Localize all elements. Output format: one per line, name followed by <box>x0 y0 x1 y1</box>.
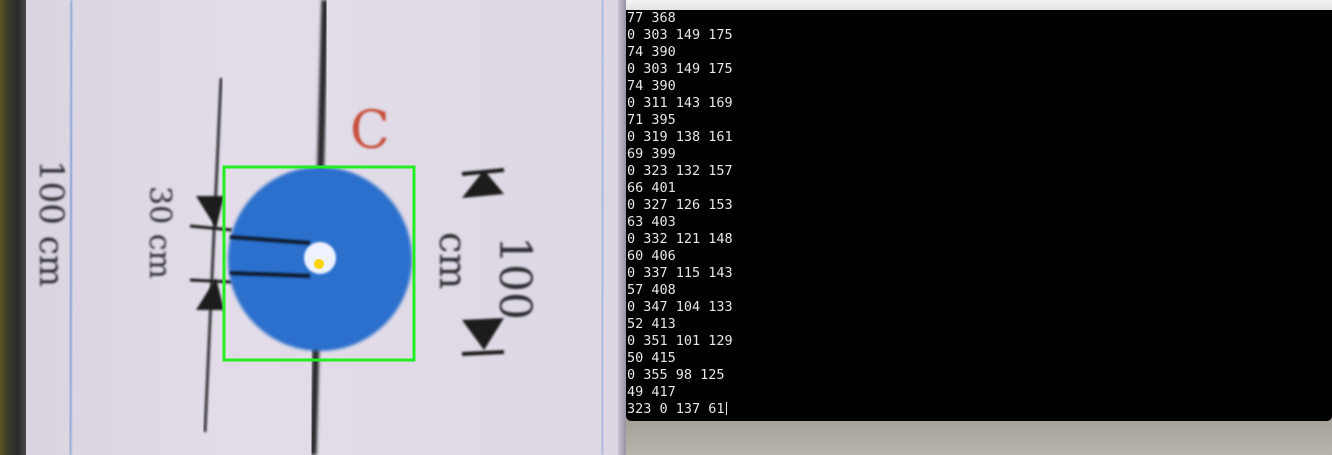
pivot-hub <box>304 242 336 274</box>
dimension-line <box>203 77 223 433</box>
terminal-line-text: 0 351 101 129 <box>627 333 733 349</box>
terminal-line: 0 332 121 148 <box>627 231 1332 248</box>
terminal-line-text: 52 413 <box>627 316 676 332</box>
terminal-titlebar[interactable] <box>626 0 1332 10</box>
diameter-arrows <box>189 196 233 310</box>
terminal-line-text: 60 406 <box>627 248 676 264</box>
guide-line-right <box>600 0 605 455</box>
centroid-marker <box>314 259 324 269</box>
terminal-line: 323 0 137 61 <box>627 401 1332 418</box>
terminal-line: 0 337 115 143 <box>627 265 1332 282</box>
terminal-line-text: 0 319 138 161 <box>627 129 733 145</box>
terminal-line-text: 0 323 132 157 <box>627 163 733 179</box>
terminal-line: 0 355 98 125 <box>627 367 1332 384</box>
terminal-line-text: 63 403 <box>627 214 676 230</box>
terminal-line: 49 417 <box>627 384 1332 401</box>
terminal-line-text: 49 417 <box>627 384 676 400</box>
edge-dimension-text: 100 cm <box>31 160 71 287</box>
terminal-line: 50 415 <box>627 350 1332 367</box>
terminal-line: 69 399 <box>627 146 1332 163</box>
terminal-output: 77 368 0 303 149 175 74 390 0 303 149 175 74… <box>626 10 1332 418</box>
diameter-text: 30 cm <box>142 186 177 279</box>
terminal-line-text: 0 332 121 148 <box>627 231 733 247</box>
terminal-line-text: 77 368 <box>627 10 676 26</box>
terminal-line: 66 401 <box>627 180 1332 197</box>
terminal-line-text: 71 395 <box>627 112 676 128</box>
terminal-line: 0 303 149 175 <box>627 61 1332 78</box>
terminal-line-text: 0 303 149 175 <box>627 61 733 77</box>
terminal-line: 74 390 <box>627 78 1332 95</box>
terminal-line-text: 323 0 137 61 <box>627 401 725 417</box>
terminal-line-text: 57 408 <box>627 282 676 298</box>
terminal-line-text: 50 415 <box>627 350 676 366</box>
terminal-line-text: 74 390 <box>627 78 676 94</box>
terminal-line-text: 74 390 <box>627 44 676 60</box>
terminal-line: 0 303 149 175 <box>627 27 1332 44</box>
terminal-line-text: 0 337 115 143 <box>627 265 733 281</box>
terminal-window[interactable]: 77 368 0 303 149 175 74 390 0 303 149 175 74… <box>626 10 1332 421</box>
terminal-line-text: 0 355 98 125 <box>627 367 725 383</box>
terminal-line-text: 0 311 143 169 <box>627 95 733 111</box>
terminal-line: 71 395 <box>627 112 1332 129</box>
terminal-line-text: 0 303 149 175 <box>627 27 733 43</box>
terminal-line-text: 0 327 126 153 <box>627 197 733 213</box>
camera-scene: 100 cm C 30 cm 100 cm <box>31 0 605 455</box>
camera-feed: 100 cm C 30 cm 100 cm <box>0 0 626 455</box>
terminal-line-text: 69 399 <box>627 146 676 162</box>
height-unit-text: cm <box>431 232 475 289</box>
terminal-line: 0 351 101 129 <box>627 333 1332 350</box>
terminal-line: 60 406 <box>627 248 1332 265</box>
terminal-line: 0 327 126 153 <box>627 197 1332 214</box>
terminal-line: 52 413 <box>627 316 1332 333</box>
terminal-line-text: 0 347 104 133 <box>627 299 733 315</box>
terminal-line: 63 403 <box>627 214 1332 231</box>
terminal-line: 0 347 104 133 <box>627 299 1332 316</box>
terminal-line: 77 368 <box>627 10 1332 27</box>
terminal-line-text: 66 401 <box>627 180 676 196</box>
tracker-letter: C <box>350 101 390 161</box>
terminal-line: 57 408 <box>627 282 1332 299</box>
terminal-line: 74 390 <box>627 44 1332 61</box>
text-cursor <box>725 402 727 415</box>
height-value-text: 100 <box>489 236 540 320</box>
terminal-line: 0 311 143 169 <box>627 95 1332 112</box>
terminal-line: 0 319 138 161 <box>627 129 1332 146</box>
terminal-line: 0 323 132 157 <box>627 163 1332 180</box>
